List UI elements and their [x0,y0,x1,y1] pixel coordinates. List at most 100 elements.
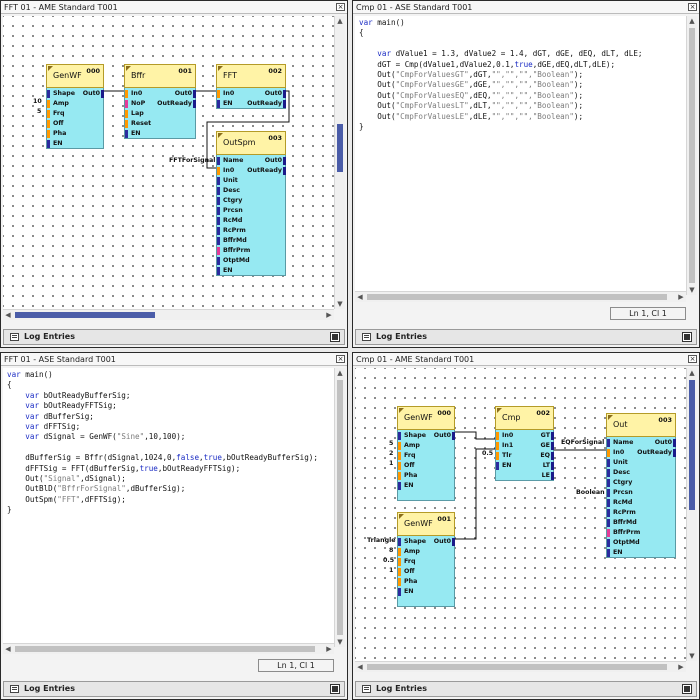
port-in1[interactable]: In1 [496,441,513,451]
horizontal-scrollbar[interactable]: ◀ ▶ [355,291,686,302]
code-line[interactable]: var bOutReadyBufferSig; [7,391,318,401]
port-le[interactable]: LE [542,471,550,481]
horizontal-scrollbar[interactable]: ◀ ▶ [3,309,334,320]
port-ctgry[interactable]: Ctgry [607,478,632,488]
pane-title-bar[interactable]: Cmp 01 - ASE Standard T001 × [353,1,699,14]
code-line[interactable]: var dValue1 = 1.3, dValue2 = 1.4, dGT, d… [359,49,642,59]
code-line[interactable]: { [7,380,318,390]
vertical-scrollbar[interactable]: ▲ ▼ [686,16,697,295]
code-line[interactable]: OutBlD("BffrForSignal",dBufferSig); [7,484,318,494]
code-line[interactable]: dBufferSig = Bffr(dSignal,1024,0,false,t… [7,453,318,463]
port-reset[interactable]: Reset [125,119,151,129]
port-off[interactable]: Off [398,461,414,471]
port-shape[interactable]: Shape [47,89,75,99]
port-out0[interactable]: Out0 [265,156,282,166]
code-text[interactable]: var main(){ var bOutReadyBufferSig; var … [7,370,318,516]
port-name[interactable]: Name [607,438,633,448]
code-line[interactable]: Out("CmpForValuesLE",dLE,"","","","Boole… [359,112,642,122]
port-out0[interactable]: Out0 [434,431,451,441]
port-name[interactable]: Name [217,156,243,166]
port-rcprm[interactable]: RcPrm [607,508,636,518]
port-en[interactable]: EN [496,461,512,471]
vertical-scrollbar[interactable]: ▲ ▼ [686,368,697,661]
port-out0[interactable]: Out0 [175,89,192,99]
code-line[interactable]: } [7,505,318,515]
port-lap[interactable]: Lap [125,109,144,119]
log-entries-bar[interactable]: Log Entries [3,329,345,345]
diagram-canvas[interactable]: GenWF 000 Shape Amp Frq Off Pha EN Out0 … [3,16,334,309]
port-ge[interactable]: GE [541,441,550,451]
port-out0[interactable]: Out0 [655,438,672,448]
port-bffrmd[interactable]: BffrMd [607,518,637,528]
code-line[interactable]: var main() [359,18,642,28]
log-entries-bar[interactable]: Log Entries [355,329,697,345]
pane-title-bar[interactable]: FFT 01 - AME Standard T001 × [1,1,347,14]
port-in0[interactable]: In0 [607,448,624,458]
code-line[interactable] [359,39,642,49]
port-amp[interactable]: Amp [398,441,420,451]
port-out0[interactable]: Out0 [434,537,451,547]
port-rcmd[interactable]: RcMd [217,216,242,226]
genwf-block[interactable]: GenWF 000 Shape Amp Frq Off Pha EN Out0 [397,406,455,501]
code-line[interactable]: var dBufferSig; [7,412,318,422]
port-gt[interactable]: GT [541,431,550,441]
cmp-block[interactable]: Cmp 002 In0 In1 Tlr EN GT GE EQ LT LE [495,406,554,491]
code-line[interactable]: Out("CmpForValuesGT",dGT,"","","","Boole… [359,70,642,80]
port-shape[interactable]: Shape [398,537,426,547]
port-pha[interactable]: Pha [47,129,66,139]
port-frq[interactable]: Frq [398,557,416,567]
port-pha[interactable]: Pha [398,577,417,587]
genwf-block[interactable]: GenWF 000 Shape Amp Frq Off Pha EN Out0 [46,64,104,149]
code-line[interactable]: var main() [7,370,318,380]
port-bffrmd[interactable]: BffrMd [217,236,247,246]
port-in0[interactable]: In0 [496,431,513,441]
code-line[interactable]: } [359,122,642,132]
restore-icon[interactable] [682,684,692,694]
code-editor[interactable]: var main(){ var bOutReadyBufferSig; var … [3,368,334,647]
port-pha[interactable]: Pha [398,471,417,481]
port-prcsn[interactable]: Prcsn [217,206,243,216]
port-off[interactable]: Off [398,567,414,577]
log-entries-bar[interactable]: Log Entries [355,681,697,697]
port-en[interactable]: EN [398,587,414,597]
code-editor[interactable]: var main(){ var dValue1 = 1.3, dValue2 =… [355,16,686,295]
port-outready[interactable]: OutReady [157,99,192,109]
vertical-scrollbar[interactable]: ▲ ▼ [334,16,345,309]
pane-title-bar[interactable]: FFT 01 - ASE Standard T001 × [1,353,347,366]
port-otptmd[interactable]: OtptMd [607,538,640,548]
port-en[interactable]: EN [607,548,623,558]
port-out0[interactable]: Out0 [83,89,100,99]
fft-block[interactable]: FFT 002 In0 EN Out0 OutReady [216,64,286,109]
code-line[interactable]: OutSpm("FFT",dFFTSig); [7,495,318,505]
port-en[interactable]: EN [47,139,63,149]
restore-icon[interactable] [682,332,692,342]
outspm-block[interactable]: OutSpm 003 Name In0 Unit Desc Ctgry Prcs… [216,131,286,276]
port-out0[interactable]: Out0 [265,89,282,99]
restore-icon[interactable] [330,332,340,342]
close-icon[interactable]: × [688,355,697,363]
port-nop[interactable]: NoP [125,99,145,109]
horizontal-scrollbar[interactable]: ◀ ▶ [355,661,686,672]
restore-icon[interactable] [330,684,340,694]
port-desc[interactable]: Desc [607,468,630,478]
port-en[interactable]: EN [217,99,233,109]
port-unit[interactable]: Unit [217,176,238,186]
bffr-block[interactable]: Bffr 001 In0 NoP Lap Reset EN Out0 OutRe… [124,64,196,139]
port-outready[interactable]: OutReady [247,166,282,176]
port-ctgry[interactable]: Ctgry [217,196,242,206]
port-lt[interactable]: LT [543,461,550,471]
code-line[interactable]: Out("Signal",dSignal); [7,474,318,484]
horizontal-scrollbar[interactable]: ◀ ▶ [3,643,334,654]
code-line[interactable]: { [359,28,642,38]
code-line[interactable] [7,443,318,453]
port-unit[interactable]: Unit [607,458,628,468]
genwf-block[interactable]: GenWF 001 Shape Amp Frq Off Pha EN Out0 [397,512,455,607]
code-line[interactable]: dFFTSig = FFT(dBufferSig,true,bOutReadyF… [7,464,318,474]
port-rcprm[interactable]: RcPrm [217,226,246,236]
port-in0[interactable]: In0 [217,166,234,176]
port-frq[interactable]: Frq [398,451,416,461]
diagram-canvas[interactable]: GenWF 000 Shape Amp Frq Off Pha EN Out0 … [355,368,686,661]
port-shape[interactable]: Shape [398,431,426,441]
port-amp[interactable]: Amp [47,99,69,109]
port-in0[interactable]: In0 [125,89,142,99]
